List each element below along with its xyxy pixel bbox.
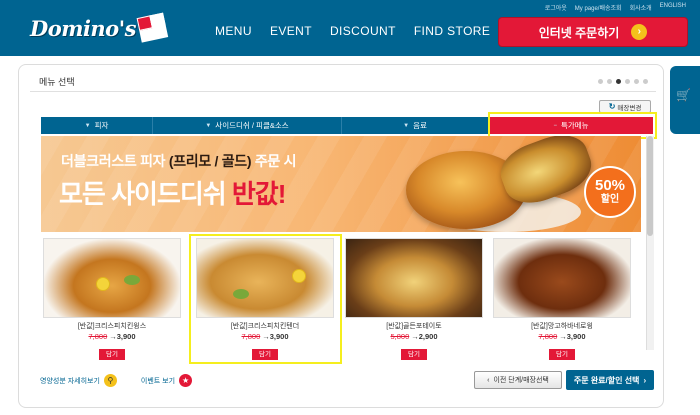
nav-menu[interactable]: MENU <box>215 24 252 38</box>
golden-potato-image <box>345 238 483 318</box>
tab-drinks[interactable]: ▼ 음료 <box>342 117 489 134</box>
chevron-down-icon: ▼ <box>205 122 212 129</box>
logo-text: Domino's <box>30 15 136 41</box>
pager-dot[interactable] <box>625 79 630 84</box>
internet-order-button[interactable]: 인터넷 주문하기 › <box>498 17 688 47</box>
nav-discount[interactable]: DISCOUNT <box>330 24 396 38</box>
tab-side-dish[interactable]: ▼ 사이드디쉬 / 피클&소스 <box>153 117 342 134</box>
footer-links: 영양성분 자세히보기 ⚲ 이벤트 보기 ★ <box>40 374 193 387</box>
cart-icon: 🛒 <box>676 88 691 102</box>
product-card[interactable]: [반값]망고하바네로윙 7,800 →3,900 담기 <box>491 238 633 360</box>
previous-step-button[interactable]: ‹ 이전 단계/매장선택 <box>474 371 562 389</box>
tab-label: 음료 <box>413 121 427 130</box>
banner-line1: 더블크러스트 피자 (프리모 / 골드) 주문 시 <box>61 153 297 169</box>
chevron-down-icon: ▼ <box>84 122 91 129</box>
next-label: 주문 완료/할인 선택 <box>573 375 640 385</box>
habanero-wings-image <box>493 238 631 318</box>
nav-find-store[interactable]: FIND STORE <box>414 24 490 38</box>
product-card[interactable]: [반값]골든포테이토 5,800 →2,900 담기 <box>343 238 485 360</box>
nav-event[interactable]: EVENT <box>270 24 312 38</box>
pager-dot[interactable] <box>643 79 648 84</box>
panel-title: 메뉴 선택 <box>39 77 75 87</box>
highlight-box <box>189 234 342 364</box>
highlight-box <box>488 112 657 139</box>
tab-label: 피자 <box>94 121 109 130</box>
search-icon: ⚲ <box>103 374 117 387</box>
chicken-wings-image <box>43 238 181 318</box>
refresh-icon: ↻ <box>608 102 616 111</box>
product-price: 7,800 →3,900 <box>538 332 586 341</box>
product-name: [반값]골든포테이토 <box>386 323 442 330</box>
english-link[interactable]: ENGLISH <box>660 3 686 12</box>
event-link[interactable]: 이벤트 보기 ★ <box>140 374 193 387</box>
pager-dot-active[interactable] <box>616 79 621 84</box>
main-nav: MENU EVENT DISCOUNT FIND STORE <box>215 24 508 38</box>
discount-badge: 50% 할인 <box>584 166 636 218</box>
dominos-logo[interactable]: Domino's <box>30 12 170 43</box>
tab-pizza[interactable]: ▼ 피자 <box>41 117 153 134</box>
divider <box>30 91 656 92</box>
pager-dot[interactable] <box>598 79 603 84</box>
product-name: [반값]크리스피치킨윙스 <box>77 323 147 330</box>
domino-tile-icon <box>136 12 170 43</box>
scrollbar-thumb[interactable] <box>647 136 653 236</box>
pager-dot[interactable] <box>607 79 612 84</box>
tab-label: 사이드디쉬 / 피클&소스 <box>215 121 289 130</box>
nutrition-label: 영양성분 자세히보기 <box>40 377 100 385</box>
nutrition-link[interactable]: 영양성분 자세히보기 ⚲ <box>40 374 117 387</box>
add-to-cart-button[interactable]: 담기 <box>549 349 575 360</box>
event-label: 이벤트 보기 <box>140 377 176 385</box>
order-button-label: 인터넷 주문하기 <box>538 25 620 40</box>
add-to-cart-button[interactable]: 담기 <box>99 349 125 360</box>
product-price: 7,800 →3,900 <box>88 332 136 341</box>
product-name: [반값]망고하바네로윙 <box>531 323 593 330</box>
logout-link[interactable]: 로그아웃 <box>545 3 567 12</box>
product-card[interactable]: [반값]크리스피치킨윙스 7,800 →3,900 담기 <box>41 238 183 360</box>
change-store-label: 매장변경 <box>617 104 642 112</box>
company-link[interactable]: 회사소개 <box>630 3 652 12</box>
add-to-cart-button[interactable]: 담기 <box>401 349 427 360</box>
star-icon: ★ <box>179 374 193 387</box>
chevron-left-icon: ‹ <box>487 376 490 384</box>
complete-order-button[interactable]: 주문 완료/할인 선택 › <box>566 370 654 390</box>
banner-headline: 모든 사이드디쉬 반값! <box>59 179 286 209</box>
arrow-right-icon: › <box>631 24 648 40</box>
product-price: 5,800 →2,900 <box>390 332 438 341</box>
chevron-right-icon: › <box>643 375 647 385</box>
pager-dot[interactable] <box>634 79 639 84</box>
chevron-down-icon: ▼ <box>403 122 410 129</box>
utility-links: 로그아웃 My page/배송조회 회사소개 ENGLISH <box>545 3 686 12</box>
pager-dots <box>598 79 648 84</box>
promo-banner[interactable]: 더블크러스트 피자 (프리모 / 골드) 주문 시 모든 사이드디쉬 반값! 5… <box>41 136 641 232</box>
mypage-link[interactable]: My page/배송조회 <box>575 3 622 12</box>
prev-label: 이전 단계/매장선택 <box>493 377 549 384</box>
